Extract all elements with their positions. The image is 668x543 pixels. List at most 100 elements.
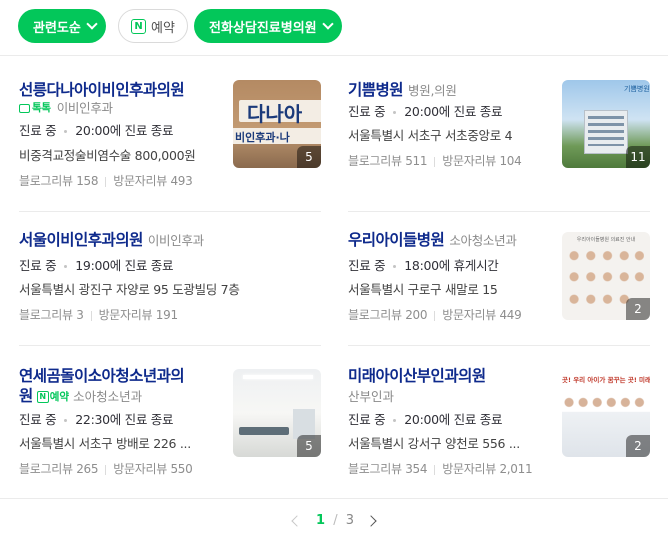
open-status: 진료 중 <box>348 258 386 273</box>
visitor-review-link[interactable]: 방문자리뷰 104 <box>442 154 522 168</box>
divider <box>434 310 436 321</box>
visitor-review-label: 방문자리뷰 <box>442 154 496 168</box>
sort-label: 관련도순 <box>33 20 81 36</box>
visitor-review-count: 449 <box>499 308 522 322</box>
blog-review-count: 3 <box>76 308 84 322</box>
photo-count: 5 <box>297 146 321 168</box>
reserve-filter-button[interactable]: N 예약 <box>118 9 188 43</box>
category-line: 톡톡 이비인후과 <box>19 100 219 117</box>
photo-sign-text-lower: 비인후과·나 <box>235 131 290 144</box>
chevron-right-icon[interactable] <box>365 515 377 527</box>
blog-review-count: 511 <box>405 154 428 168</box>
dot-separator <box>64 419 68 422</box>
address-text: 서울특별시 서초구 방배로 226 ... <box>19 436 191 451</box>
reserve-badge[interactable]: N 예약 <box>36 387 69 407</box>
place-category: 이비인후과 <box>56 100 113 116</box>
status-line: 진료 중 20:00에 진료 종료 <box>348 412 548 428</box>
naver-n-icon: N <box>36 390 49 403</box>
page-indicator: 1 / 3 <box>316 513 354 528</box>
place-card[interactable]: 우리아이들병원 소아청소년과 진료 중 18:00에 휴게시간 서울특별시 구로구 … <box>348 230 652 340</box>
review-line: 블로그리뷰 511 방문자리뷰 104 <box>348 153 548 169</box>
place-card[interactable]: 서울이비인후과의원 이비인후과 진료 중 19:00에 진료 종료 서울특별시 광진… <box>19 230 323 340</box>
review-line: 블로그리뷰 354 방문자리뷰 2,011 <box>348 461 548 477</box>
place-name-link[interactable]: 선릉다나아이비인후과의원 <box>19 81 185 99</box>
open-status: 진료 중 <box>19 123 57 138</box>
address-text: 서울특별시 서초구 서초중앙로 4 <box>348 128 513 143</box>
blog-review-label: 블로그리뷰 <box>19 174 73 188</box>
chevron-left-icon[interactable] <box>291 515 303 527</box>
blog-review-label: 블로그리뷰 <box>348 308 402 322</box>
visitor-review-label: 방문자리뷰 <box>98 308 153 322</box>
photo-caption: 우리아이들병원 의료진 안내 <box>576 237 636 243</box>
place-photo[interactable]: 5 <box>233 369 321 457</box>
visitor-review-label: 방문자리뷰 <box>113 462 167 476</box>
phone-consult-label: 전화상담진료병의원 <box>209 20 317 36</box>
photo-count: 11 <box>626 146 650 168</box>
status-line: 진료 중 19:00에 진료 종료 <box>19 258 309 274</box>
visitor-review-count: 104 <box>499 154 522 168</box>
place-card[interactable]: 연세곰돌이소아청소년과의 원 N 예약 소아청소년과 진료 중 22:30에 진료 종료… <box>19 366 323 476</box>
place-category: 이비인후과 <box>147 233 204 248</box>
phone-consult-dropdown[interactable]: 전화상담진료병의원 <box>194 9 342 43</box>
visitor-review-label: 방문자리뷰 <box>442 308 496 322</box>
blog-review-link[interactable]: 블로그리뷰 158 <box>19 174 99 188</box>
visitor-review-count: 2,011 <box>499 462 533 476</box>
visitor-review-count: 493 <box>170 174 193 188</box>
title-block: 선릉다나아이비인후과의원 <box>19 80 219 100</box>
blog-review-link[interactable]: 블로그리뷰 354 <box>348 462 428 476</box>
hours-text: 20:00에 진료 종료 <box>404 412 503 427</box>
title-block: 기쁨병원 병원,의원 <box>348 80 548 101</box>
place-name-link-cont[interactable]: 원 <box>19 387 33 405</box>
visitor-review-link[interactable]: 방문자리뷰 550 <box>113 462 193 476</box>
place-photo[interactable]: 곳! 우리 아이가 꿈꾸는 곳! 미래아 2 <box>562 369 650 457</box>
place-name-link[interactable]: 기쁨병원 <box>348 81 404 99</box>
sort-dropdown[interactable]: 관련도순 <box>18 9 106 43</box>
photo-sign-text: 다나아 <box>247 102 303 126</box>
place-name-link[interactable]: 서울이비인후과의원 <box>19 231 143 249</box>
review-line: 블로그리뷰 200 방문자리뷰 449 <box>348 307 548 323</box>
divider <box>19 211 321 212</box>
visitor-review-link[interactable]: 방문자리뷰 2,011 <box>442 462 532 476</box>
bench-shape <box>239 427 289 435</box>
divider <box>90 310 92 321</box>
page-separator: / <box>333 513 338 528</box>
place-card[interactable]: 미래아이산부인과의원 산부인과 진료 중 20:00에 진료 종료 서울특별시 강… <box>348 366 652 476</box>
place-card[interactable]: 선릉다나아이비인후과의원 톡톡 이비인후과 진료 중 20:00에 진료 종료 비중… <box>19 80 323 190</box>
blog-review-link[interactable]: 블로그리뷰 265 <box>19 462 99 476</box>
place-name-link[interactable]: 우리아이들병원 <box>348 231 445 249</box>
place-name-link[interactable]: 미래아이산부인과의원 <box>348 367 486 385</box>
blog-review-link[interactable]: 블로그리뷰 511 <box>348 154 428 168</box>
blog-review-link[interactable]: 블로그리뷰 200 <box>348 308 428 322</box>
status-line: 진료 중 18:00에 휴게시간 <box>348 258 548 274</box>
blog-review-label: 블로그리뷰 <box>348 462 402 476</box>
place-category: 소아청소년과 <box>73 389 143 404</box>
divider <box>348 345 650 346</box>
status-line: 진료 중 20:00에 진료 종료 <box>348 104 548 120</box>
blog-review-count: 158 <box>76 174 99 188</box>
open-status: 진료 중 <box>19 412 57 427</box>
place-photo[interactable]: 기쁨병원 11 <box>562 80 650 168</box>
chevron-down-icon <box>321 18 334 30</box>
place-photo[interactable]: 우리아이들병원 의료진 안내 2 <box>562 232 650 320</box>
talktalk-badge[interactable]: 톡톡 <box>19 100 51 116</box>
total-pages: 3 <box>345 513 354 528</box>
visitor-review-link[interactable]: 방문자리뷰 191 <box>98 308 179 322</box>
blog-review-link[interactable]: 블로그리뷰 3 <box>19 308 84 322</box>
review-line: 블로그리뷰 3 방문자리뷰 191 <box>19 307 219 323</box>
divider <box>105 464 107 475</box>
visitor-review-link[interactable]: 방문자리뷰 493 <box>113 174 193 188</box>
visitor-review-count: 550 <box>170 462 193 476</box>
visitor-review-label: 방문자리뷰 <box>442 462 496 476</box>
place-name-link[interactable]: 연세곰돌이소아청소년과의 <box>19 367 185 385</box>
current-page[interactable]: 1 <box>316 513 325 528</box>
filter-bar: 관련도순 N 예약 전화상담진료병의원 <box>0 0 668 56</box>
reserve-filter-label: 예약 <box>151 20 175 36</box>
open-status: 진료 중 <box>19 258 57 273</box>
title-block: 우리아이들병원 소아청소년과 <box>348 230 558 251</box>
place-photo[interactable]: 다나아 비인후과·나 5 <box>233 80 321 168</box>
place-category: 병원,의원 <box>408 83 457 98</box>
visitor-review-link[interactable]: 방문자리뷰 449 <box>442 308 522 322</box>
place-card[interactable]: 기쁨병원 병원,의원 진료 중 20:00에 진료 종료 서울특별시 서초구 서초중… <box>348 80 652 190</box>
divider <box>434 156 436 167</box>
photo-count: 2 <box>626 435 650 457</box>
